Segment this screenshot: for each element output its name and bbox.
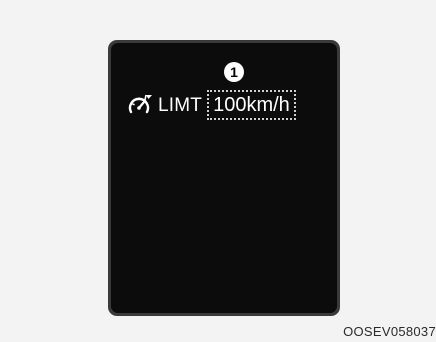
callout-number-badge: 1	[224, 62, 244, 82]
cluster-display	[111, 43, 337, 313]
speed-limit-value: 100km/h	[207, 90, 296, 120]
figure-code: OOSEV058037	[343, 324, 436, 339]
limit-label: LIMT	[158, 94, 203, 116]
speed-limit-row: LIMT 100km/h	[127, 89, 296, 121]
speedometer-limit-icon	[128, 94, 152, 114]
